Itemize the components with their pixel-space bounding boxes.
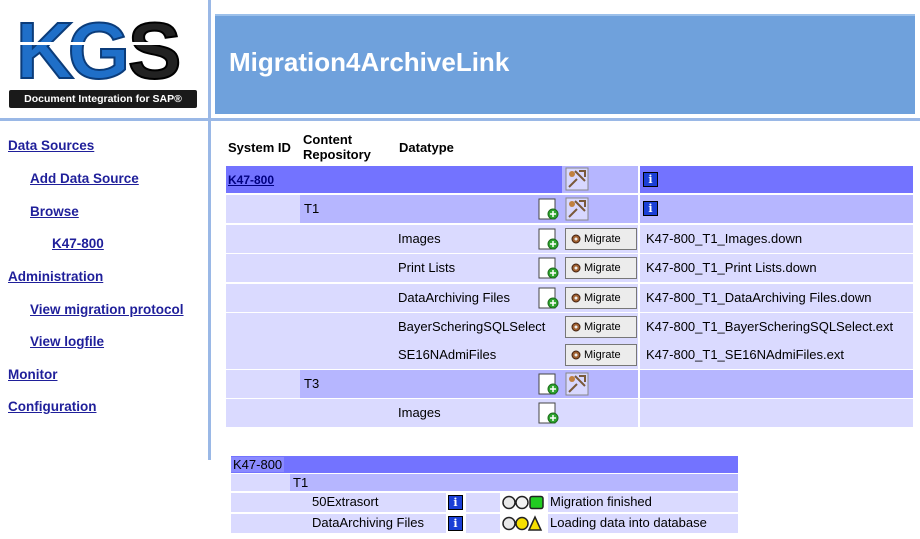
status-job-name: 50Extrasort xyxy=(309,493,446,512)
gear-icon xyxy=(571,234,581,244)
migrate-button[interactable]: Migrate xyxy=(565,344,637,366)
file-cell: K47-800_T1_Images.down xyxy=(640,225,913,253)
status-repo: T1 xyxy=(293,475,309,490)
migrate-button-label: Migrate xyxy=(584,321,621,333)
file-cell: K47-800_T1_BayerScheringSQLSelect.ext xyxy=(640,313,913,341)
status-gap xyxy=(466,514,500,533)
info-icon[interactable]: i xyxy=(448,516,463,531)
migrate-button[interactable]: Migrate xyxy=(565,316,637,338)
gear-icon xyxy=(571,293,581,303)
status-system-row: K47-800 xyxy=(231,456,738,473)
add-document-icon[interactable] xyxy=(536,227,560,251)
system-row: K47-800 xyxy=(226,166,562,193)
migrate-button-label: Migrate xyxy=(584,349,621,361)
svg-text:S: S xyxy=(128,8,181,88)
add-document-icon[interactable] xyxy=(536,256,560,280)
info-icon[interactable]: i xyxy=(643,172,658,187)
migrate-button-label: Migrate xyxy=(584,262,621,274)
add-document-icon[interactable] xyxy=(536,372,560,396)
repo-t3-cell: T3 xyxy=(300,370,534,398)
info-icon[interactable]: i xyxy=(643,201,658,216)
datatype-cell: SE16NAdmiFiles xyxy=(396,341,562,369)
traffic-light-icon xyxy=(502,515,543,531)
page-title: Migration4ArchiveLink xyxy=(229,47,510,77)
status-text: Loading data into database xyxy=(548,514,738,533)
row-spacer xyxy=(226,254,396,282)
datatype-cell: BayerScheringSQLSelect xyxy=(396,313,562,341)
row-spacer xyxy=(226,313,396,341)
row-spacer xyxy=(231,514,309,533)
row-spacer xyxy=(226,399,396,427)
status-gap xyxy=(466,493,500,512)
row-spacer xyxy=(226,370,300,398)
nav-add-data-source[interactable]: Add Data Source xyxy=(30,171,139,186)
migrate-button-label: Migrate xyxy=(584,233,621,245)
gear-icon xyxy=(571,322,581,332)
add-document-icon[interactable] xyxy=(536,197,560,221)
nav-configuration[interactable]: Configuration xyxy=(8,399,96,414)
status-spacer xyxy=(231,474,290,491)
nav-browse[interactable]: Browse xyxy=(30,204,79,219)
migrate-button[interactable]: Migrate xyxy=(565,228,637,250)
kgs-logo: KG S Document Integration for SAP® xyxy=(4,4,202,110)
nav-view-logfile[interactable]: View logfile xyxy=(30,334,104,349)
nav-k47-800[interactable]: K47-800 xyxy=(52,236,104,251)
status-text: Migration finished xyxy=(548,493,738,512)
info-icon[interactable]: i xyxy=(448,495,463,510)
migrate-cell xyxy=(562,399,638,427)
svg-text:KG: KG xyxy=(16,8,126,88)
edit-config-icon[interactable] xyxy=(565,372,589,396)
file-cell: K47-800_T1_Print Lists.down xyxy=(640,254,913,282)
add-document-icon[interactable] xyxy=(536,401,560,425)
migrate-button[interactable]: Migrate xyxy=(565,287,637,309)
file-cell: K47-800_T1_SE16NAdmiFiles.ext xyxy=(640,341,913,369)
row-spacer xyxy=(231,493,309,512)
repo-info xyxy=(640,195,913,223)
header-system-id: System ID xyxy=(228,140,291,155)
file-cell xyxy=(640,399,913,427)
header-banner: Migration4ArchiveLink xyxy=(215,14,915,114)
edit-config-icon[interactable] xyxy=(565,197,589,221)
nav-view-migration-protocol[interactable]: View migration protocol xyxy=(30,302,184,317)
system-row-info xyxy=(640,166,913,193)
row-spacer xyxy=(226,284,396,312)
repo-t1-cell: T1 xyxy=(300,195,534,223)
migrate-button[interactable]: Migrate xyxy=(565,257,637,279)
file-cell: K47-800_T1_DataArchiving Files.down xyxy=(640,284,913,312)
gear-icon xyxy=(571,263,581,273)
status-job-name: DataArchiving Files xyxy=(309,514,446,533)
row-spacer xyxy=(226,225,396,253)
repo-info xyxy=(640,370,913,398)
system-link[interactable]: K47-800 xyxy=(228,173,274,187)
horizontal-divider xyxy=(0,118,920,121)
nav-monitor[interactable]: Monitor xyxy=(8,367,58,382)
kgs-logo-icon: KG S xyxy=(10,8,196,88)
migrate-button-label: Migrate xyxy=(584,292,621,304)
edit-config-icon[interactable] xyxy=(565,167,589,191)
row-spacer xyxy=(226,195,300,223)
row-spacer xyxy=(226,341,396,369)
traffic-light-icon xyxy=(502,495,544,510)
vertical-divider xyxy=(208,0,211,460)
nav-administration[interactable]: Administration xyxy=(8,269,103,284)
nav-data-sources[interactable]: Data Sources xyxy=(8,138,94,153)
header-datatype: Datatype xyxy=(399,140,454,155)
add-document-icon[interactable] xyxy=(536,286,560,310)
header-content-repository: Content Repository xyxy=(303,132,371,162)
gear-icon xyxy=(571,350,581,360)
status-system-id: K47-800 xyxy=(231,457,285,472)
logo-subtitle: Document Integration for SAP® xyxy=(9,90,197,108)
status-repo-row: T1 xyxy=(290,474,738,491)
